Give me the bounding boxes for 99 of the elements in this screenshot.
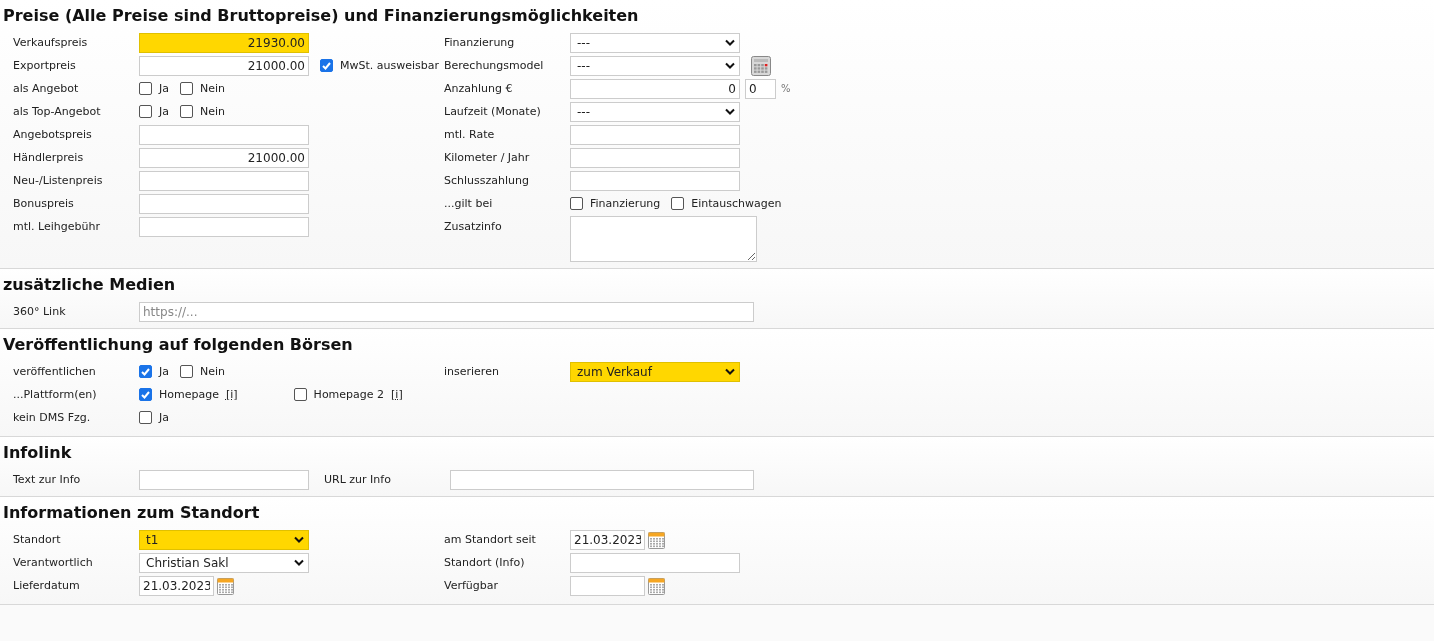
chevron-down-icon — [725, 39, 735, 46]
dropdown[interactable]: zum Verkauf — [570, 361, 740, 382]
checkbox[interactable] — [671, 197, 685, 210]
input-field[interactable] — [139, 216, 309, 237]
section-heading: Infolink — [3, 443, 73, 463]
checkbox[interactable] — [293, 388, 307, 401]
input-field[interactable] — [570, 170, 740, 191]
field-label: als Top-Angebot — [13, 104, 102, 120]
checkbox-label: Homepage 2 — [313, 388, 385, 401]
field-label: Verfügbar — [444, 578, 500, 594]
field-label: Laufzeit (Monate) — [444, 104, 542, 120]
checkbox[interactable] — [570, 197, 583, 210]
checkbox[interactable] — [139, 411, 152, 424]
checkbox[interactable] — [139, 388, 152, 401]
date-field[interactable]: 21.03.2023 — [570, 529, 645, 550]
input-field[interactable] — [450, 469, 754, 490]
input-field[interactable] — [139, 170, 309, 191]
calendar-icon[interactable] — [648, 530, 665, 549]
checkbox[interactable] — [320, 59, 333, 72]
field-label: Angebotspreis — [13, 127, 93, 143]
input-field[interactable]: 0 — [570, 78, 740, 99]
field-label: kein DMS Fzg. — [13, 410, 92, 426]
checkbox[interactable] — [180, 365, 193, 378]
field-label: Neu-/Listenpreis — [13, 173, 104, 189]
field-label: Standort (Info) — [444, 555, 526, 571]
input-field[interactable] — [570, 124, 740, 145]
chevron-down-icon — [725, 368, 735, 375]
input-field[interactable]: 0 — [745, 78, 776, 99]
checkbox-label: Finanzierung — [590, 197, 661, 210]
info-link[interactable]: [i] — [391, 388, 403, 401]
section-heading: Informationen zum Standort — [3, 503, 261, 523]
input-field[interactable] — [139, 124, 309, 145]
input-field[interactable] — [139, 469, 309, 490]
input-field[interactable]: 21000.00 — [139, 147, 309, 168]
field-label: mtl. Leihgebühr — [13, 219, 101, 235]
info-link[interactable]: [i] — [225, 388, 238, 401]
field-label: Finanzierung — [444, 35, 516, 51]
date-field[interactable]: 21.03.2023 — [139, 575, 214, 596]
field-label: ...Plattform(en) — [13, 387, 98, 403]
checkbox-label: Ja — [159, 105, 169, 118]
checkbox[interactable] — [180, 82, 193, 95]
section-heading: Veröffentlichung auf folgenden Börsen — [3, 335, 354, 355]
input-field[interactable] — [570, 147, 740, 168]
field-label: Zusatzinfo — [444, 219, 503, 235]
chevron-down-icon — [725, 62, 735, 69]
input-field[interactable] — [139, 193, 309, 214]
field-label: Verkaufspreis — [13, 35, 89, 51]
section-heading: Preise (Alle Preise sind Bruttopreise) und Finanzierungsmöglichkeiten — [3, 6, 640, 26]
chevron-down-icon — [294, 536, 304, 543]
input-field[interactable]: 21000.00 — [139, 55, 309, 76]
field-label: URL zur Info — [324, 472, 392, 488]
field-label: am Standort seit — [444, 532, 537, 548]
checkbox-label: Nein — [200, 82, 226, 95]
checkbox-label: Ja — [159, 82, 169, 95]
calendar-icon[interactable] — [648, 576, 665, 595]
checkbox-label: Ja — [159, 411, 169, 424]
field-label: Bonuspreis — [13, 196, 75, 212]
field-label: Verantwortlich — [13, 555, 94, 571]
input-field[interactable]: 21930.00 — [139, 32, 309, 53]
field-label: ...gilt bei — [444, 196, 494, 212]
field-label: Lieferdatum — [13, 578, 81, 594]
checkbox-label: Nein — [200, 105, 226, 118]
input-field[interactable] — [570, 552, 740, 573]
chevron-down-icon — [725, 108, 735, 115]
checkbox-label: Homepage — [159, 388, 219, 401]
text-area[interactable] — [570, 216, 757, 262]
date-field[interactable] — [570, 575, 645, 596]
dropdown[interactable]: --- — [570, 101, 740, 122]
field-label: 360° Link — [13, 304, 67, 320]
field-label: inserieren — [444, 364, 500, 380]
checkbox-label: MwSt. ausweisbar — [340, 59, 440, 72]
field-label: Händlerpreis — [13, 150, 85, 166]
input-field[interactable]: https://... — [139, 301, 754, 322]
checkbox-label: Ja — [159, 365, 169, 378]
calendar-icon[interactable] — [217, 576, 234, 595]
field-label: als Angebot — [13, 81, 80, 97]
checkbox-label: Eintauschwagen — [691, 197, 782, 210]
field-label: Kilometer / Jahr — [444, 150, 531, 166]
dropdown[interactable]: t1 — [139, 529, 309, 550]
section-heading: zusätzliche Medien — [3, 275, 177, 295]
field-label: Standort — [13, 532, 62, 548]
checkbox[interactable] — [139, 82, 152, 95]
checkbox[interactable] — [180, 105, 193, 118]
field-label: Schlusszahlung — [444, 173, 530, 189]
dropdown[interactable]: --- — [570, 32, 740, 53]
dropdown[interactable]: --- — [570, 55, 740, 76]
field-label: Exportpreis — [13, 58, 77, 74]
checkbox-label: Nein — [200, 365, 226, 378]
unit-label: % — [781, 83, 791, 94]
chevron-down-icon — [294, 559, 304, 566]
dropdown[interactable]: Christian Sakl — [139, 552, 309, 573]
field-label: Anzahlung € — [444, 81, 514, 97]
checkbox[interactable] — [139, 365, 152, 378]
field-label: Berechungsmodel — [444, 58, 545, 74]
field-label: veröffentlichen — [13, 364, 97, 380]
field-label: mtl. Rate — [444, 127, 496, 143]
calculator-icon[interactable] — [751, 55, 771, 76]
field-label: Text zur Info — [13, 472, 82, 488]
checkbox[interactable] — [139, 105, 152, 118]
